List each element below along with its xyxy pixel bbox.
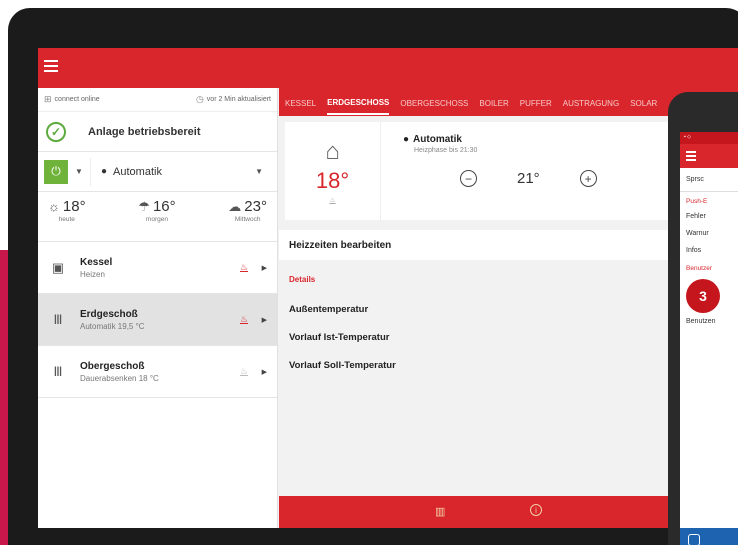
connection-status: connect online xyxy=(54,96,100,103)
weather-label: heute xyxy=(58,216,75,223)
temperature-card: ⌂ 18° ♨ ● Automatik Heizphase bis 21:30 … xyxy=(285,122,705,220)
phone-bottom-bar xyxy=(680,528,738,545)
phone-item-errors[interactable]: Fehler xyxy=(680,208,738,225)
phone-menu-icon[interactable] xyxy=(686,151,696,163)
mode-select[interactable]: ● Automatik ▼ xyxy=(90,157,271,186)
phone-device: ▪ ◇ Sprsc Push-E Fehler Warnur Infos Ben… xyxy=(668,92,738,545)
tab-boiler[interactable]: BOILER xyxy=(479,91,508,114)
cloud-icon: ☁ xyxy=(228,198,242,214)
tab-erdgeschoss[interactable]: ERDGESCHOSS xyxy=(327,90,390,115)
weather-day: ☂ 16° morgen xyxy=(138,198,175,241)
thermometer-icon[interactable]: ▥ xyxy=(435,505,445,518)
edit-heating-times-button[interactable]: Heizzeiten bearbeiten xyxy=(279,230,699,260)
zone-name: Obergeschoß xyxy=(80,360,145,372)
system-status-label: Anlage betriebsbereit xyxy=(88,125,201,138)
system-status: ✓ Anlage betriebsbereit xyxy=(38,112,277,152)
mode-select-label: Automatik xyxy=(113,165,162,178)
phone-push-header: Push-E xyxy=(686,198,708,205)
tablet-screen: ⊞ connect online ◷ vor 2 Min aktualisier… xyxy=(38,48,738,528)
heating-icon: ♨ xyxy=(239,262,249,272)
detail-row-flow-actual[interactable]: Vorlauf Ist-Temperatur xyxy=(289,332,389,343)
brand-logo: 3 xyxy=(686,279,720,313)
status-line: ⊞ connect online ◷ vor 2 Min aktualisier… xyxy=(38,88,277,112)
power-button[interactable]: ⏻ xyxy=(44,159,68,184)
zone-item-kessel[interactable]: ▣ Kessel Heizen ♨ ▶ xyxy=(38,242,277,294)
current-temp-box: ⌂ 18° ♨ xyxy=(285,122,381,220)
info-icon[interactable]: i xyxy=(530,504,542,516)
weather-label: Mittwoch xyxy=(234,216,261,223)
weather-temp: 18° xyxy=(62,198,86,215)
detail-row-outdoor-temp[interactable]: Außentemperatur xyxy=(289,304,368,315)
phone-screen: ▪ ◇ Sprsc Push-E Fehler Warnur Infos Ben… xyxy=(680,132,738,545)
house-thermometer-icon: ⌂ xyxy=(325,138,340,165)
tab-kessel[interactable]: KESSEL xyxy=(285,91,316,114)
phone-item-warnings[interactable]: Warnur xyxy=(680,225,738,242)
weather-day: ☼ 18° heute xyxy=(48,198,86,241)
tab-solar[interactable]: SOLAR xyxy=(630,91,657,114)
edit-heating-times-label: Heizzeiten bearbeiten xyxy=(289,239,392,251)
phone-user-header: Benutzer xyxy=(686,265,713,272)
mode-info: ● Automatik Heizphase bis 21:30 xyxy=(403,134,477,154)
mode-title: Automatik xyxy=(413,134,462,145)
weather-forecast: ☼ 18° heute ☂ 16° morgen ☁ 23° Mittwoch xyxy=(38,192,277,242)
check-icon: ✓ xyxy=(46,121,66,142)
phone-user-link[interactable]: Benutzen xyxy=(680,313,738,330)
radiator-1-icon: Ⅲ xyxy=(53,311,63,327)
weather-day: ☁ 23° Mittwoch xyxy=(228,198,267,241)
power-dropdown-icon[interactable]: ▼ xyxy=(68,167,90,176)
heating-icon: ♨ xyxy=(329,197,336,204)
left-panel: ⊞ connect online ◷ vor 2 Min aktualisier… xyxy=(38,88,278,528)
chevron-right-icon: ▶ xyxy=(261,368,267,376)
current-temp: 18° xyxy=(315,168,350,193)
zone-status: Automatik 19,5 °C xyxy=(80,321,145,331)
details-header: Details xyxy=(289,275,316,284)
rain-icon: ☂ xyxy=(138,198,150,214)
tablet-device: ⊞ connect online ◷ vor 2 Min aktualisier… xyxy=(8,8,738,545)
refresh-icon[interactable]: ◷ xyxy=(196,94,204,105)
phone-status-icons: ▪ ◇ xyxy=(684,134,692,140)
increase-temp-button[interactable]: + xyxy=(579,170,597,187)
tab-obergeschoss[interactable]: OBERGESCHOSS xyxy=(400,91,468,114)
radiator-2-icon: Ⅲ xyxy=(53,363,63,379)
setpoint-control: − 21° + xyxy=(460,170,597,187)
app-bar xyxy=(38,48,738,88)
mode-subtitle: Heizphase bis 21:30 xyxy=(414,147,478,154)
chevron-right-icon: ▶ xyxy=(261,264,267,272)
boiler-icon: ▣ xyxy=(51,259,65,275)
weather-label: morgen xyxy=(145,216,168,223)
tab-puffer[interactable]: PUFFER xyxy=(520,91,552,114)
chevron-right-icon: ▶ xyxy=(261,316,267,324)
zone-name: Erdgeschoß xyxy=(80,308,138,320)
decrease-temp-button[interactable]: − xyxy=(460,170,477,187)
minus-icon: − xyxy=(464,171,472,186)
phone-status-bar: ▪ ◇ xyxy=(680,132,738,144)
set-temp: 21° xyxy=(517,170,540,187)
phone-app-bar xyxy=(680,144,738,168)
zone-name: Kessel xyxy=(80,256,113,268)
sun-icon: ☼ xyxy=(48,199,60,214)
mode-row: ⏻ ▼ ● Automatik ▼ xyxy=(38,152,277,192)
power-icon: ⏻ xyxy=(51,164,61,178)
weather-temp: 16° xyxy=(152,198,176,215)
phone-home-icon[interactable] xyxy=(688,534,700,545)
phone-item-infos[interactable]: Infos xyxy=(680,242,738,259)
weather-temp: 23° xyxy=(244,198,267,215)
zone-status: Heizen xyxy=(80,269,105,279)
heating-off-icon: ♨ xyxy=(239,366,249,376)
tab-austragung[interactable]: AUSTRAGUNG xyxy=(563,91,619,114)
phone-language-row[interactable]: Sprsc xyxy=(680,168,738,192)
chevron-down-icon: ▼ xyxy=(255,167,263,176)
zone-item-erdgeschoss[interactable]: Ⅲ Erdgeschoß Automatik 19,5 °C ♨ ▶ xyxy=(38,294,277,346)
zone-item-obergeschoss[interactable]: Ⅲ Obergeschoß Dauerabsenken 18 °C ♨ ▶ xyxy=(38,346,277,398)
menu-icon[interactable] xyxy=(44,60,58,72)
detail-row-flow-target[interactable]: Vorlauf Soll-Temperatur xyxy=(289,360,396,371)
clock-icon: ● xyxy=(101,166,108,177)
clock-icon: ● xyxy=(403,134,410,145)
heating-icon: ♨ xyxy=(239,314,249,324)
plus-icon: + xyxy=(584,171,592,186)
zone-status: Dauerabsenken 18 °C xyxy=(80,373,159,383)
connection-icon: ⊞ xyxy=(44,94,52,104)
update-status: vor 2 Min aktualisiert xyxy=(206,96,271,103)
